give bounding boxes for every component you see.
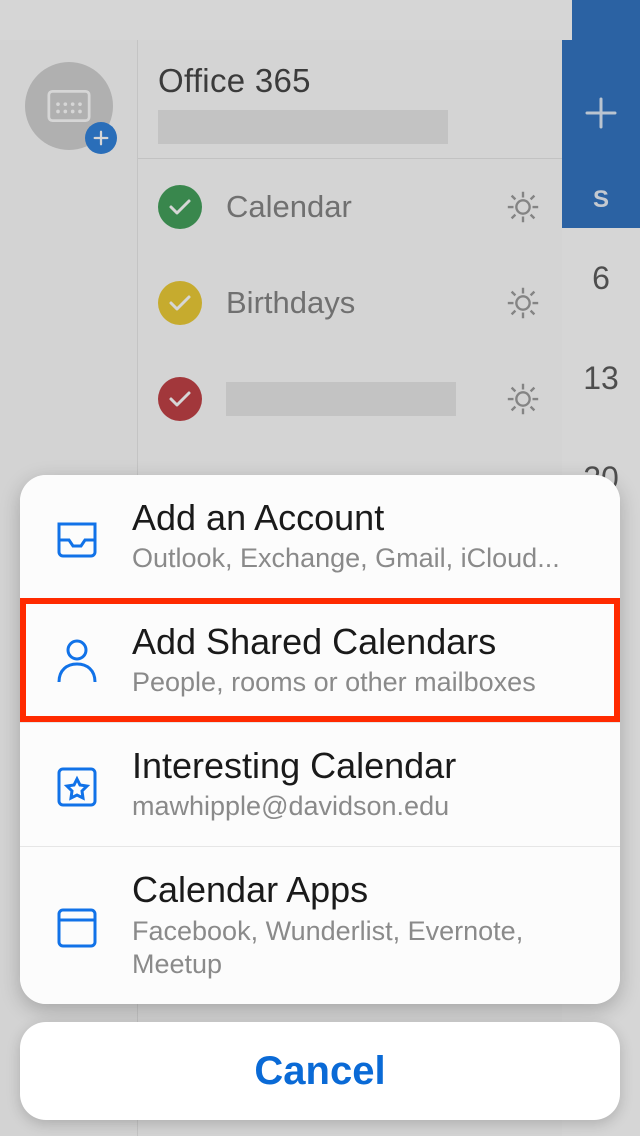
sheet-item-title: Interesting Calendar — [132, 745, 590, 786]
inbox-icon — [50, 509, 104, 563]
star-calendar-icon — [50, 758, 104, 812]
sheet-item-add-account[interactable]: Add an Account Outlook, Exchange, Gmail,… — [20, 475, 620, 598]
sheet-item-subtitle: People, rooms or other mailboxes — [132, 666, 590, 700]
cancel-button[interactable]: Cancel — [20, 1022, 620, 1120]
sheet-item-add-shared-calendars[interactable]: Add Shared Calendars People, rooms or ot… — [20, 598, 620, 722]
sheet-item-interesting-calendar[interactable]: Interesting Calendar mawhipple@davidson.… — [20, 722, 620, 846]
cancel-label: Cancel — [254, 1049, 385, 1094]
sheet-item-calendar-apps[interactable]: Calendar Apps Facebook, Wunderlist, Ever… — [20, 846, 620, 1004]
sheet-item-title: Calendar Apps — [132, 869, 590, 910]
sheet-item-title: Add Shared Calendars — [132, 621, 590, 662]
action-sheet: Add an Account Outlook, Exchange, Gmail,… — [20, 475, 620, 1120]
sheet-item-title: Add an Account — [132, 497, 590, 538]
sheet-item-subtitle: mawhipple@davidson.edu — [132, 790, 590, 824]
sheet-item-subtitle: Outlook, Exchange, Gmail, iCloud... — [132, 542, 590, 576]
calendar-app-icon — [50, 899, 104, 953]
sheet-item-subtitle: Facebook, Wunderlist, Evernote, Meetup — [132, 915, 590, 983]
person-icon — [50, 633, 104, 687]
